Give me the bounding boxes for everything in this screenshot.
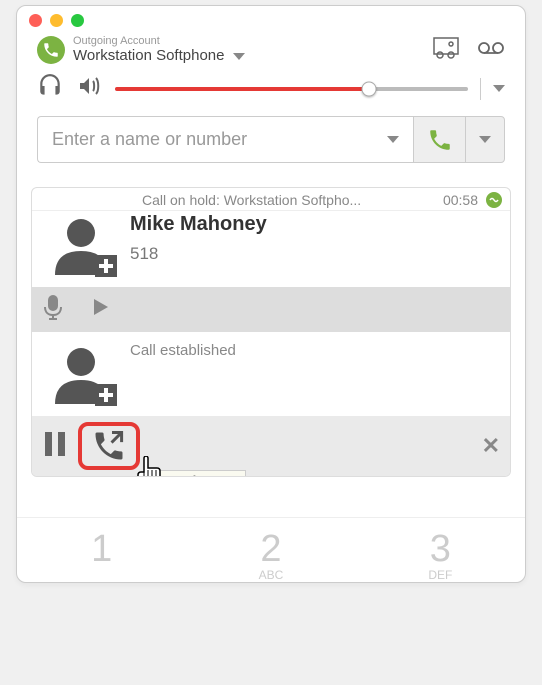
resume-button[interactable] <box>88 295 112 324</box>
account-name: Workstation Softphone <box>73 47 224 64</box>
dialpad: 1 2 ABC 3 DEF <box>17 517 525 582</box>
call-body: Mike Mahoney 518 <box>32 211 510 287</box>
active-call-controls: ✕ Transfer Now <box>32 416 510 476</box>
dialkey-letters: ABC <box>186 568 355 582</box>
dialkey-3[interactable]: 3 DEF <box>356 530 525 582</box>
chevron-down-icon <box>233 53 245 60</box>
caller-extension: 518 <box>130 244 502 264</box>
account-label: Outgoing Account <box>73 35 433 47</box>
titlebar <box>17 6 525 35</box>
call-options-button[interactable] <box>465 116 505 163</box>
call-duration: 00:58 <box>443 192 478 208</box>
dial-placeholder: Enter a name or number <box>52 129 247 150</box>
account-selector[interactable]: Outgoing Account Workstation Softphone <box>73 35 433 65</box>
window-close-button[interactable] <box>29 14 42 27</box>
speaker-icon[interactable] <box>75 74 103 103</box>
voicemail-icon[interactable] <box>477 41 505 60</box>
softphone-window: Outgoing Account Workstation Softphone <box>16 5 526 583</box>
dialkey-num: 2 <box>186 530 355 568</box>
end-call-button[interactable]: ✕ <box>482 433 500 459</box>
caller-name: Mike Mahoney <box>130 213 502 236</box>
window-minimize-button[interactable] <box>50 14 63 27</box>
call-status-row: Call on hold: Workstation Softpho... 00:… <box>32 188 510 211</box>
mute-button[interactable] <box>42 293 64 326</box>
audio-controls <box>17 73 525 116</box>
dialkey-2[interactable]: 2 ABC <box>186 530 355 582</box>
dialkey-letters: DEF <box>356 568 525 582</box>
dial-dropdown-icon[interactable] <box>387 136 399 143</box>
header: Outgoing Account Workstation Softphone <box>17 35 525 73</box>
second-call-status: Call established <box>130 342 502 359</box>
account-icon <box>37 36 65 64</box>
dialkey-num: 1 <box>17 530 186 568</box>
hold-call-controls <box>32 287 510 332</box>
volume-slider[interactable] <box>115 87 468 91</box>
status-indicator-icon <box>486 192 502 208</box>
audio-menu-chevron-icon[interactable] <box>493 85 505 92</box>
call-button[interactable] <box>413 116 465 163</box>
volume-thumb[interactable] <box>362 81 377 96</box>
call-card: Call on hold: Workstation Softpho... 00:… <box>31 187 511 477</box>
headset-icon[interactable] <box>37 73 63 104</box>
call-status-text: Call on hold: Workstation Softpho... <box>142 192 435 208</box>
transfer-button[interactable] <box>78 422 140 470</box>
second-call: Call established <box>32 332 510 416</box>
dialkey-num: 3 <box>356 530 525 568</box>
dialkey-1[interactable]: 1 <box>17 530 186 582</box>
hold-button[interactable] <box>42 429 68 464</box>
video-device-icon[interactable] <box>433 37 459 64</box>
second-caller-avatar <box>40 340 130 408</box>
window-maximize-button[interactable] <box>71 14 84 27</box>
caller-avatar <box>40 211 130 279</box>
divider <box>480 78 481 100</box>
dial-row: Enter a name or number <box>17 116 525 175</box>
dial-input[interactable]: Enter a name or number <box>37 116 413 163</box>
transfer-tooltip: Transfer Now <box>150 470 246 477</box>
chevron-down-icon <box>479 136 491 143</box>
